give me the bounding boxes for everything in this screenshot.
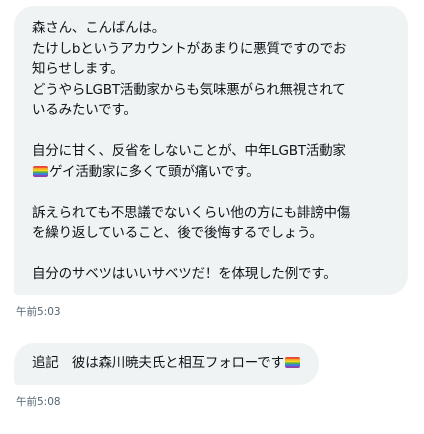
message-line: 知らせします。 [32, 61, 124, 77]
rainbow-flag-icon [33, 165, 48, 177]
dm-conversation: 森さん、こんばんは。 たけしbというアカウントがあまりに悪質ですのでお 知らせし… [0, 0, 424, 434]
message-line: 自分のサベツはいいサベツだ！を体現した例です。 [32, 266, 337, 282]
message-line: いるみたいです。 [32, 102, 137, 118]
rainbow-flag-icon [284, 356, 300, 368]
message-line-with-emoji: ゲイ活動家に多くて頭が痛いです。 [32, 162, 390, 183]
message-text: 追記 彼は森川暁夫氏と相互フォローです [32, 354, 284, 371]
message-line-text: ゲイ活動家に多くて頭が痛いです。 [49, 163, 260, 180]
message-line: どうやらLGBT活動家からも気味悪がられ無視されて [32, 81, 346, 98]
message-line [32, 182, 390, 203]
message-timestamp: 午前5:08 [16, 396, 61, 408]
message-line: 自分に甘く、反省をしないことが、中年LGBT活動家 [32, 143, 346, 159]
message-line: を繰り返していること、後で後悔するでしょう。 [32, 225, 323, 241]
message-bubble-2[interactable]: 追記 彼は森川暁夫氏と相互フォローです [14, 342, 319, 385]
message-line: たけしbというアカウントがあまりに悪質ですのでお [32, 40, 347, 57]
message-bubble-1[interactable]: 森さん、こんばんは。 たけしbというアカウントがあまりに悪質ですのでお 知らせし… [14, 6, 408, 295]
message-line [32, 244, 390, 265]
message-line: 森さん、こんばんは。 [32, 20, 165, 36]
message-line: 訴えられても不思議でないくらい他の方にも誹謗中傷 [32, 204, 351, 221]
message-line [32, 121, 390, 142]
message-timestamp: 午前5:03 [16, 305, 61, 318]
